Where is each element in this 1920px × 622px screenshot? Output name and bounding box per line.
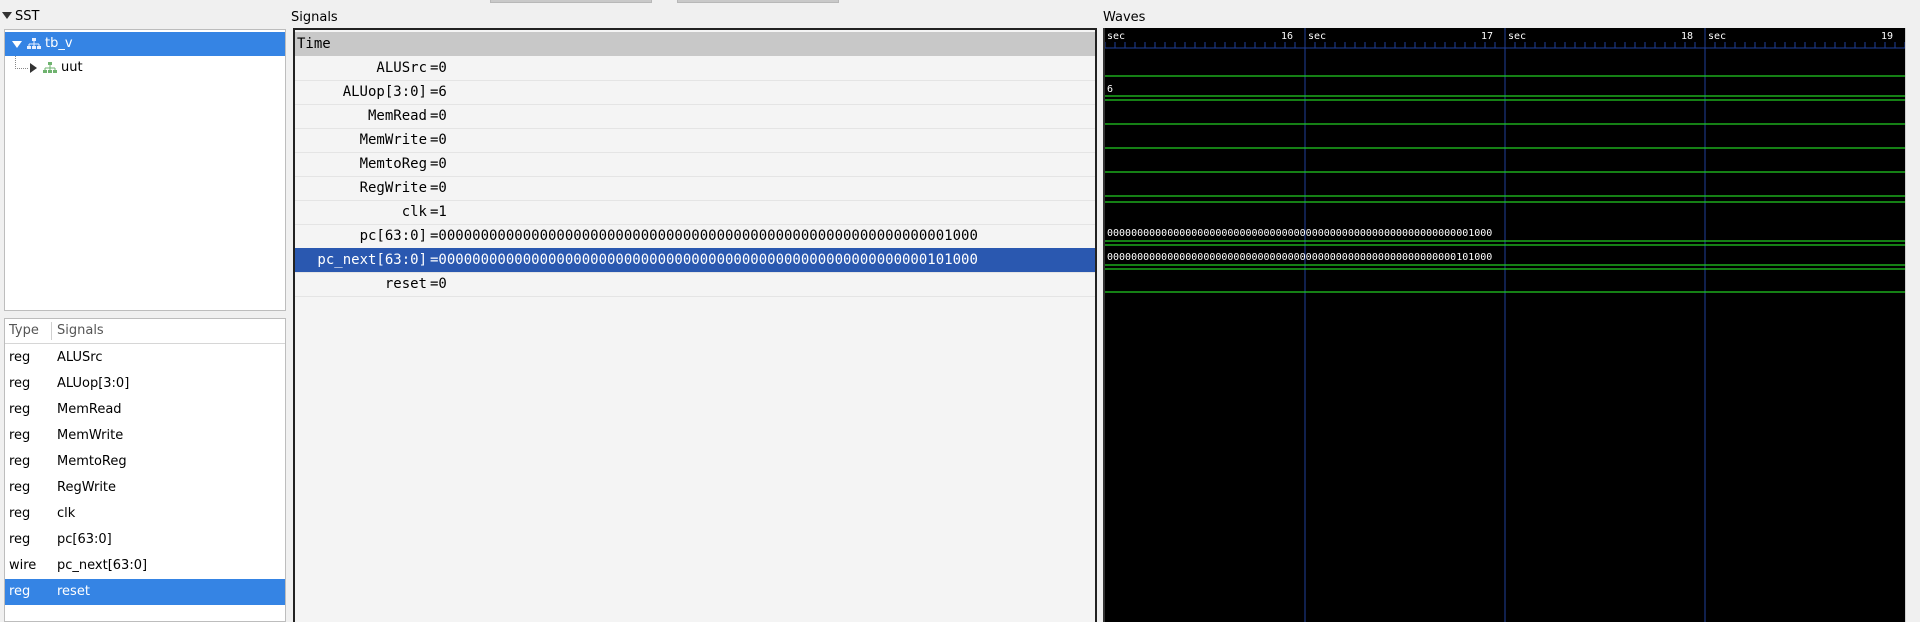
signal-list-header: Type Signals (5, 319, 285, 344)
signal-row[interactable]: MemWrite =0 (295, 128, 1095, 153)
toolbar-button-right[interactable] (677, 0, 839, 3)
signal-name: MemtoReg (57, 454, 127, 469)
signal-list-row[interactable]: reg reset (5, 579, 285, 605)
signal-value: =0 (430, 132, 447, 148)
signal-name: RegWrite (57, 480, 117, 495)
ruler-unit-label: sec (1107, 31, 1125, 42)
ruler-unit-label: sec (1708, 31, 1726, 42)
sst-tree: tb_v uut (4, 29, 286, 311)
signal-name: MemRead (57, 402, 122, 417)
signal-row[interactable]: pc_next[63:0] =00000000000000000000000000… (295, 248, 1095, 273)
signal-type: reg (9, 480, 31, 495)
signal-list: Type Signals reg ALUSrc reg ALUop[3:0] reg… (4, 318, 286, 622)
waves-pane[interactable]: sec 16 sec 17 sec 18 sec 19 6 0000000000… (1103, 28, 1905, 622)
signal-row[interactable]: pc[63:0] =0000000000000000000000000000000… (295, 224, 1095, 249)
waves-vertical-scrollbar[interactable] (1905, 28, 1920, 622)
expand-down-icon[interactable] (12, 41, 22, 48)
time-row: Time (295, 32, 1095, 56)
signal-type: reg (9, 402, 31, 417)
signal-list-row[interactable]: reg pc[63:0] (5, 527, 285, 553)
signal-name: pc_next[63:0] (57, 558, 148, 573)
ruler-number-label: 16 (1281, 31, 1293, 42)
signals-pane-label: Signals (291, 10, 338, 25)
signal-type: reg (9, 454, 31, 469)
signal-list-row[interactable]: reg clk (5, 501, 285, 527)
signal-value: =000000000000000000000000000000000000000… (430, 228, 978, 244)
ruler-unit-label: sec (1508, 31, 1526, 42)
signal-name: MemWrite (57, 428, 124, 443)
signal-type: reg (9, 506, 31, 521)
signal-value: =000000000000000000000000000000000000000… (430, 252, 978, 268)
signal-type: wire (9, 558, 37, 573)
column-header-signals[interactable]: Signals (57, 319, 104, 343)
column-header-type[interactable]: Type (9, 319, 39, 343)
expand-right-icon[interactable] (30, 63, 37, 73)
signal-name: ALUSrc (57, 350, 103, 365)
signal-list-row[interactable]: reg MemWrite (5, 423, 285, 449)
signal-list-row[interactable]: reg MemRead (5, 397, 285, 423)
signal-name: clk (401, 204, 427, 220)
signal-value: =6 (430, 84, 447, 100)
signal-value: =0 (430, 180, 447, 196)
signal-row[interactable]: clk =1 (295, 200, 1095, 225)
signal-type: reg (9, 350, 31, 365)
tree-connector (15, 56, 28, 69)
ruler-unit-label: sec (1308, 31, 1326, 42)
time-label: Time (297, 36, 331, 52)
toolbar-button-left[interactable] (490, 0, 652, 3)
signal-row[interactable]: MemRead =0 (295, 104, 1095, 129)
signal-row[interactable]: RegWrite =0 (295, 176, 1095, 201)
signal-value: =0 (430, 276, 447, 292)
column-separator (51, 322, 52, 340)
signal-list-row[interactable]: reg RegWrite (5, 475, 285, 501)
signal-list-row[interactable]: wire pc_next[63:0] (5, 553, 285, 579)
tree-item-uut[interactable]: uut (5, 56, 285, 80)
signal-name: ALUSrc (376, 60, 427, 76)
signal-name: pc_next[63:0] (317, 252, 427, 268)
signal-name: RegWrite (359, 180, 427, 196)
waveform-canvas[interactable]: sec 16 sec 17 sec 18 sec 19 6 0000000000… (1105, 28, 1905, 622)
signal-value: =0 (430, 60, 447, 76)
signals-pane: Time ALUSrc =0 ALUop[3:0] =6 MemRead =0 Mem… (293, 28, 1097, 622)
signal-name: MemtoReg (359, 156, 427, 172)
hierarchy-icon (43, 62, 57, 73)
signal-row[interactable]: MemtoReg =0 (295, 152, 1095, 177)
signal-list-row[interactable]: reg ALUSrc (5, 345, 285, 371)
signal-name: clk (57, 506, 76, 521)
signal-name: MemRead (367, 108, 427, 124)
signal-row[interactable]: ALUop[3:0] =6 (295, 80, 1095, 105)
signal-name: pc[63:0] (359, 228, 427, 244)
signal-type: reg (9, 376, 31, 391)
signal-name: reset (384, 276, 427, 292)
signal-value: =0 (430, 156, 447, 172)
tree-item-label: uut (61, 60, 83, 75)
signal-value: =1 (430, 204, 447, 220)
signal-row[interactable]: reset =0 (295, 272, 1095, 297)
signal-row[interactable]: ALUSrc =0 (295, 56, 1095, 81)
signal-name: pc[63:0] (57, 532, 112, 547)
signal-list-row[interactable]: reg ALUop[3:0] (5, 371, 285, 397)
ruler-number-label: 17 (1481, 31, 1493, 42)
signal-type: reg (9, 532, 31, 547)
wave-aluop-value: 6 (1107, 84, 1113, 95)
tree-item-label: tb_v (45, 36, 73, 51)
signal-value: =0 (430, 108, 447, 124)
ruler-number-label: 18 (1681, 31, 1693, 42)
signal-type: reg (9, 584, 31, 599)
signal-name: ALUop[3:0] (57, 376, 130, 391)
sst-panel-title[interactable]: SST (2, 8, 39, 26)
tree-item-tb-v[interactable]: tb_v (5, 32, 285, 56)
signal-type: reg (9, 428, 31, 443)
collapse-triangle-icon (2, 12, 12, 19)
signal-name: ALUop[3:0] (342, 84, 427, 100)
sst-title-text: SST (15, 9, 40, 24)
signal-list-row[interactable]: reg MemtoReg (5, 449, 285, 475)
wave-pc-next-value: 0000000000000000000000000000000000000000… (1107, 252, 1492, 263)
hierarchy-icon (27, 38, 41, 49)
signal-name: reset (57, 584, 90, 599)
signal-name: MemWrite (359, 132, 427, 148)
ruler-number-label: 19 (1881, 31, 1893, 42)
waves-pane-label: Waves (1103, 10, 1146, 25)
wave-pc-value: 0000000000000000000000000000000000000000… (1107, 228, 1492, 239)
